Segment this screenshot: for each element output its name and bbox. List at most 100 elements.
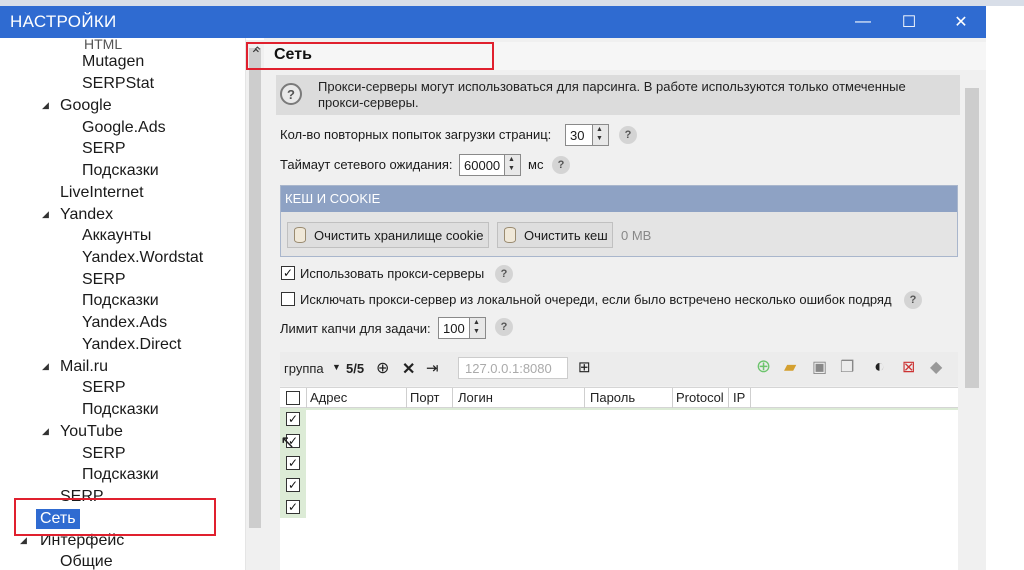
delete-icon[interactable]: ✕ [402,359,415,379]
tree-item[interactable]: Общие [60,552,113,570]
stepper-arrows[interactable]: ▲ ▼ [592,125,608,145]
help-icon[interactable]: ? [495,265,513,283]
group-select[interactable]: группа [284,361,324,376]
title-bar: НАСТРОЙКИ — ☐ ✕ [0,6,986,38]
database-icon [294,227,306,243]
add-circle-icon[interactable]: ⊕ [376,358,389,378]
collapse-triangle-icon[interactable]: ◢ [42,209,49,220]
help-icon[interactable]: ? [619,126,637,144]
maximize-icon: ☐ [901,14,917,31]
column-ip[interactable]: IP [733,390,745,405]
arrow-up-icon[interactable]: ▲ [596,126,603,133]
column-separator [672,388,673,409]
clear-cookie-label: Очистить хранилище cookie [314,228,484,243]
help-icon[interactable]: ? [552,156,570,174]
tree-item[interactable]: Подсказки [82,465,159,485]
row-checkbox[interactable]: ✓ [286,412,300,426]
column-separator [452,388,453,409]
arrow-down-icon[interactable]: ▼ [473,328,480,335]
arrow-down-icon[interactable]: ▼ [596,135,603,142]
tree-item[interactable]: Yandex.Wordstat [82,248,203,268]
tree-item[interactable]: Mutagen [82,52,144,72]
dropdown-icon[interactable]: ▼ [332,362,341,372]
tree-item[interactable]: SERP [82,139,126,159]
collapse-triangle-icon[interactable]: ◢ [20,535,27,546]
eraser-icon[interactable]: ◆ [930,357,942,377]
stepper-arrows[interactable]: ▲ ▼ [469,318,485,338]
proxy-address-input[interactable]: 127.0.0.1:8080 [458,357,568,379]
content-scrollbar[interactable] [962,72,980,570]
add-green-icon[interactable]: ⊕ [756,356,771,377]
tree-item[interactable]: Подсказки [82,291,159,311]
tree-item[interactable]: SERP [82,270,126,290]
import-icon[interactable]: ⇥ [426,359,439,377]
folder-icon[interactable]: ▰ [784,357,796,377]
use-proxy-checkbox[interactable]: ✓ [281,266,295,280]
select-all-checkbox[interactable] [286,391,300,405]
contrast-icon[interactable]: ◐ [874,356,885,377]
column-address[interactable]: Адрес [310,390,347,405]
tree-item[interactable]: SERPStat [82,74,154,94]
row-checkbox[interactable]: ✓ [286,456,300,470]
tree-item[interactable]: Yandex.Ads [82,313,167,333]
maximize-button[interactable]: ☐ [886,6,932,38]
tree-item[interactable]: SERP [82,378,126,398]
tree-item[interactable]: Yandex.Direct [82,335,181,355]
use-proxy-label: Использовать прокси-серверы [300,266,485,281]
column-login[interactable]: Логин [458,390,493,405]
clear-cache-button[interactable]: Очистить кеш [497,222,613,248]
tree-item[interactable]: Google.Ads [82,118,166,138]
mouse-cursor-icon: ↖ [280,432,296,452]
close-button[interactable]: ✕ [938,6,984,38]
clear-cookie-button[interactable]: Очистить хранилище cookie [287,222,489,248]
arrow-up-icon[interactable]: ▲ [473,319,480,326]
tree-item[interactable]: YouTube [60,422,123,442]
exclude-proxy-checkbox[interactable] [281,292,295,306]
collapse-triangle-icon[interactable]: ◢ [42,426,49,437]
info-banner: ? Прокси-серверы могут использоваться дл… [276,75,960,115]
help-icon[interactable]: ? [904,291,922,309]
question-icon: ? [280,83,302,105]
column-port[interactable]: Порт [410,390,439,405]
arrow-down-icon[interactable]: ▼ [508,165,515,172]
retries-stepper[interactable]: 30 ▲ ▼ [565,124,609,146]
timeout-unit: мс [528,157,544,172]
copy-icon[interactable]: ❐ [840,357,854,377]
column-separator [406,388,407,409]
close-icon: ✕ [954,14,968,31]
column-protocol[interactable]: Protocol [676,390,724,405]
column-separator [584,388,585,409]
column-password[interactable]: Пароль [590,390,635,405]
collapse-triangle-icon[interactable]: ◢ [42,100,49,111]
info-text: Прокси-серверы могут использоваться для … [318,79,906,110]
tree-item[interactable]: Аккаунты [82,226,151,246]
stepper-arrows[interactable]: ▲ ▼ [504,155,520,175]
desktop-background [986,6,1024,570]
window-title: НАСТРОЙКИ [10,12,117,31]
scroll-thumb[interactable] [249,48,261,528]
tree-item[interactable]: SERP [82,444,126,464]
help-icon[interactable]: ? [495,318,513,336]
tree-item[interactable]: Mail.ru [60,357,108,377]
retries-value: 30 [570,128,585,143]
arrow-up-icon[interactable]: ▲ [508,156,515,163]
tree-item[interactable]: LiveInternet [60,183,144,203]
scroll-thumb[interactable] [965,88,979,388]
proxy-toolbar: группа ▼ 5/5 ⊕ ✕ ⇥ 127.0.0.1:8080 ⊞ ⊕ ▰ … [280,352,958,386]
row-checkbox[interactable]: ✓ [286,500,300,514]
minimize-button[interactable]: — [840,6,886,38]
timeout-stepper[interactable]: 60000 ▲ ▼ [459,154,521,176]
tree-scrollbar[interactable] [246,40,264,570]
add-box-icon[interactable]: ⊞ [578,358,591,376]
save-icon[interactable]: ▣ [812,357,827,377]
collapse-triangle-icon[interactable]: ◢ [42,361,49,372]
row-checkbox[interactable]: ✓ [286,478,300,492]
tree-item[interactable]: Google [60,96,112,116]
tree-item[interactable]: Yandex [60,205,113,225]
captcha-stepper[interactable]: 100 ▲ ▼ [438,317,486,339]
column-separator [750,388,751,409]
column-separator [306,388,307,409]
tree-item[interactable]: Подсказки [82,400,159,420]
tree-item[interactable]: Подсказки [82,161,159,181]
calendar-delete-icon[interactable]: ⊠ [902,357,915,377]
